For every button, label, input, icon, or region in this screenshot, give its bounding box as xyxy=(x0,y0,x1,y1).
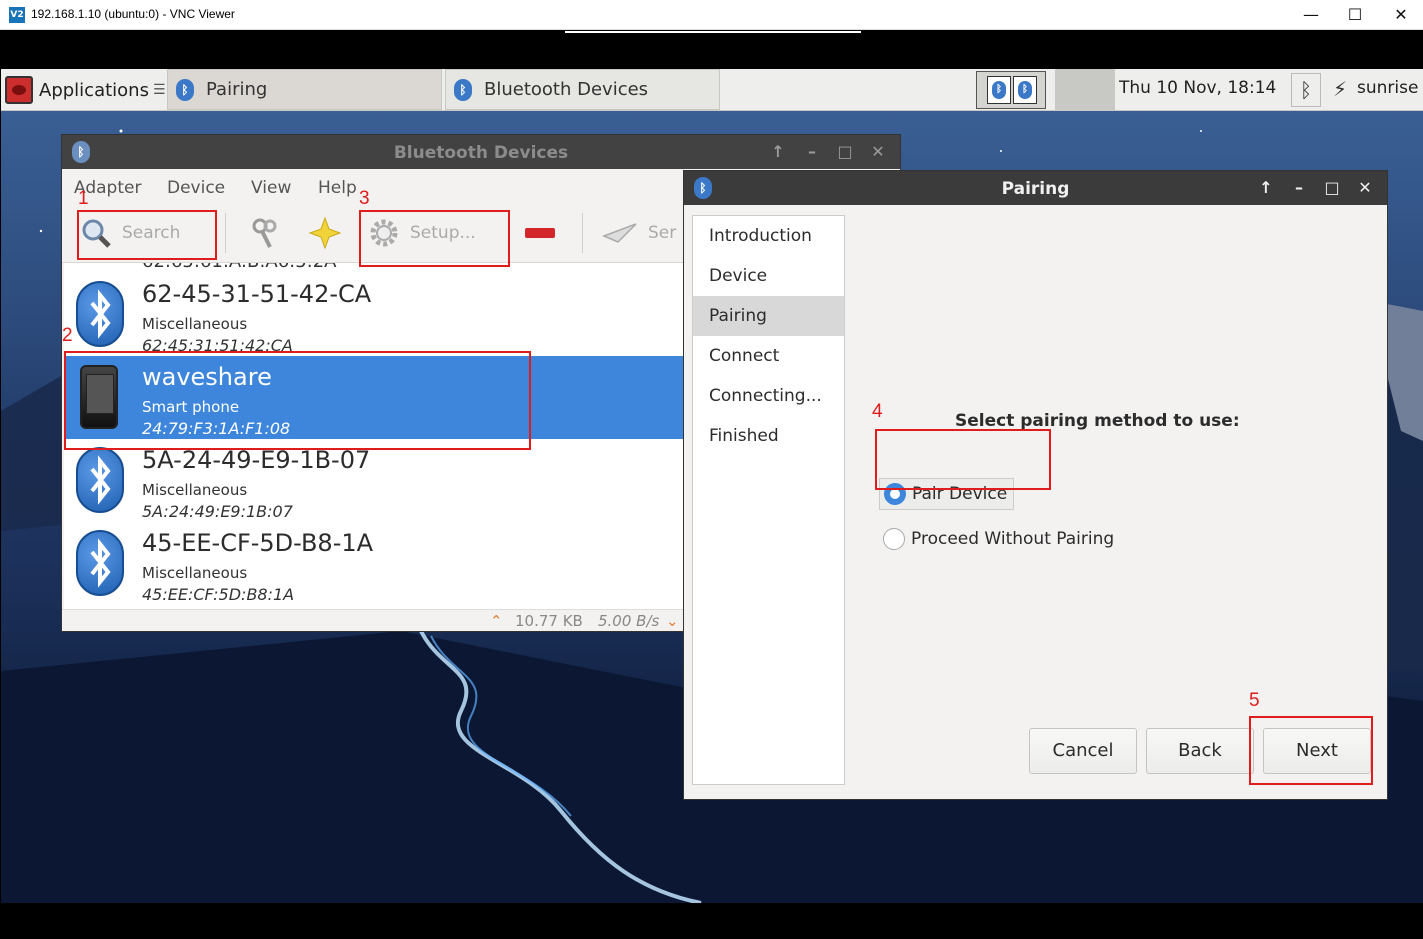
keys-icon xyxy=(252,218,277,248)
device-type: Miscellaneous xyxy=(142,315,248,333)
bluetooth-icon xyxy=(76,281,124,347)
device-mac: 5A:24:49:E9:1B:07 xyxy=(142,502,293,521)
toolbar-separator xyxy=(225,213,226,253)
window-title: Pairing xyxy=(1001,179,1070,199)
toolbar-separator xyxy=(582,213,583,253)
step-introduction: Introduction xyxy=(709,226,812,246)
proceed-without-pairing-label: Proceed Without Pairing xyxy=(911,529,1115,549)
device-row[interactable]: 5A-24-49-E9-1B-07 Miscellaneous 5A:24:49… xyxy=(64,439,684,522)
applications-menu-button[interactable]: Applications ☰ xyxy=(5,75,166,105)
applications-logo-icon xyxy=(5,76,33,104)
annotation-number: 1 xyxy=(78,188,89,209)
bluetooth-icon: ᛒ xyxy=(454,78,472,101)
menu-help[interactable]: Help xyxy=(318,178,357,198)
device-type: Miscellaneous xyxy=(142,481,248,499)
bluetooth-icon xyxy=(76,530,124,596)
radio-unselected-icon xyxy=(883,528,905,550)
pairing-method-heading: Select pairing method to use: xyxy=(955,411,1240,431)
close-button[interactable]: ✕ xyxy=(866,140,890,164)
vnc-minimize-button[interactable]: — xyxy=(1288,3,1334,27)
annotation-number: 4 xyxy=(872,401,883,422)
step-device: Device xyxy=(709,266,768,286)
device-name: 45-EE-CF-5D-B8-1A xyxy=(142,529,374,557)
remote-desktop: Applications ☰ ᛒ Pairing ᛒ Bluetooth Dev… xyxy=(1,31,1423,903)
top-panel: Applications ☰ ᛒ Pairing ᛒ Bluetooth Dev… xyxy=(1,69,1423,111)
maximize-button[interactable]: □ xyxy=(833,140,857,164)
workspace-window-thumb: ᛒ xyxy=(1013,76,1037,104)
taskbar-item-bluetooth-devices[interactable]: ᛒ Bluetooth Devices xyxy=(445,69,720,110)
send-label: Ser xyxy=(648,223,677,243)
annotation-box-search xyxy=(77,210,217,260)
taskbar-item-label: Bluetooth Devices xyxy=(484,79,649,100)
annotation-box-device xyxy=(64,351,531,450)
annotation-number: 5 xyxy=(1249,690,1260,711)
keep-above-button[interactable]: ↑ xyxy=(766,140,790,164)
workspace-empty[interactable] xyxy=(1055,69,1115,110)
power-plug-icon[interactable]: ⚡ xyxy=(1325,73,1355,107)
annotation-number: 3 xyxy=(359,188,370,209)
bluetooth-icon: ᛒ xyxy=(176,78,194,101)
send-file-button[interactable]: Ser xyxy=(602,213,676,253)
remove-icon xyxy=(525,228,555,238)
device-type: Miscellaneous xyxy=(142,564,248,582)
trust-button[interactable] xyxy=(308,213,342,253)
upload-arrow-icon: ⌃ xyxy=(490,612,503,630)
menu-view[interactable]: View xyxy=(251,178,291,198)
menu-device[interactable]: Device xyxy=(167,178,225,198)
applications-label: Applications xyxy=(39,79,149,101)
bluetooth-devices-titlebar[interactable]: ᛒ Bluetooth Devices ↑ – □ ✕ xyxy=(62,135,900,169)
proceed-without-pairing-radio[interactable]: Proceed Without Pairing xyxy=(879,523,1114,555)
download-arrow-icon: ⌄ xyxy=(666,612,679,630)
pairing-titlebar[interactable]: ᛒ Pairing ↑ – □ ✕ xyxy=(684,171,1387,205)
step-connecting: Connecting... xyxy=(709,386,822,406)
vnc-window-title: 192.168.1.10 (ubuntu:0) - VNC Viewer xyxy=(31,7,235,21)
step-connect: Connect xyxy=(709,346,780,366)
workspace-window-thumb: ᛒ xyxy=(987,76,1011,104)
panel-clock[interactable]: Thu 10 Nov, 18:14 xyxy=(1119,78,1276,98)
star-icon xyxy=(308,216,342,250)
remove-button[interactable] xyxy=(525,213,555,253)
wizard-steps: Introduction Device Pairing Connect Conn… xyxy=(692,215,845,785)
device-row[interactable]: 62-45-31-51-42-CA Miscellaneous 62:45:31… xyxy=(64,273,684,356)
vnc-maximize-button[interactable]: ☐ xyxy=(1332,3,1378,27)
keep-above-button[interactable]: ↑ xyxy=(1254,176,1278,200)
close-button[interactable]: ✕ xyxy=(1353,176,1377,200)
remote-edge-strip xyxy=(565,31,861,33)
annotation-number: 2 xyxy=(62,325,73,346)
cancel-button[interactable]: Cancel xyxy=(1029,728,1137,774)
vnc-bottom-area xyxy=(0,903,1423,939)
transfer-rate: 5.00 B/s xyxy=(598,612,660,630)
step-pairing: Pairing xyxy=(693,296,844,336)
bluetooth-tray-icon[interactable]: ᛒ xyxy=(1291,73,1321,107)
device-name: 62-45-31-51-42-CA xyxy=(142,280,372,308)
annotation-box-pair-device xyxy=(875,429,1051,490)
annotation-box-setup xyxy=(359,210,510,267)
device-name: 5A-24-49-E9-1B-07 xyxy=(142,446,371,474)
back-button[interactable]: Back xyxy=(1146,728,1254,774)
panel-user-name[interactable]: sunrise xyxy=(1357,78,1418,98)
maximize-button[interactable]: □ xyxy=(1320,176,1344,200)
taskbar-item-label: Pairing xyxy=(206,79,268,100)
taskbar-item-pairing[interactable]: ᛒ Pairing xyxy=(167,69,442,110)
vnc-titlebar: V2 192.168.1.10 (ubuntu:0) - VNC Viewer … xyxy=(0,0,1423,30)
bluetooth-icon: ᛒ xyxy=(992,81,1006,99)
step-finished: Finished xyxy=(709,426,779,446)
annotation-box-next xyxy=(1249,716,1373,785)
partial-device-mac: 62:65:61:A:B:A6:5:2A xyxy=(142,263,337,272)
minimize-button[interactable]: – xyxy=(1287,176,1311,200)
bluetooth-icon xyxy=(76,447,124,513)
device-row[interactable]: 45-EE-CF-5D-B8-1A Miscellaneous 45:EE:CF… xyxy=(64,522,684,605)
paper-plane-icon xyxy=(602,223,637,243)
device-mac: 45:EE:CF:5D:B8:1A xyxy=(142,585,295,604)
workspace-switcher[interactable]: ᛒ ᛒ xyxy=(976,71,1046,109)
bluetooth-icon: ᛒ xyxy=(1018,81,1032,99)
menu-handle-icon: ☰ xyxy=(152,82,166,98)
minimize-button[interactable]: – xyxy=(800,140,824,164)
keys-button[interactable] xyxy=(248,213,282,253)
vnc-close-button[interactable]: ✕ xyxy=(1378,3,1423,27)
vnc-logo-icon: V2 xyxy=(9,7,25,23)
transfer-amount: 10.77 KB xyxy=(515,612,583,630)
